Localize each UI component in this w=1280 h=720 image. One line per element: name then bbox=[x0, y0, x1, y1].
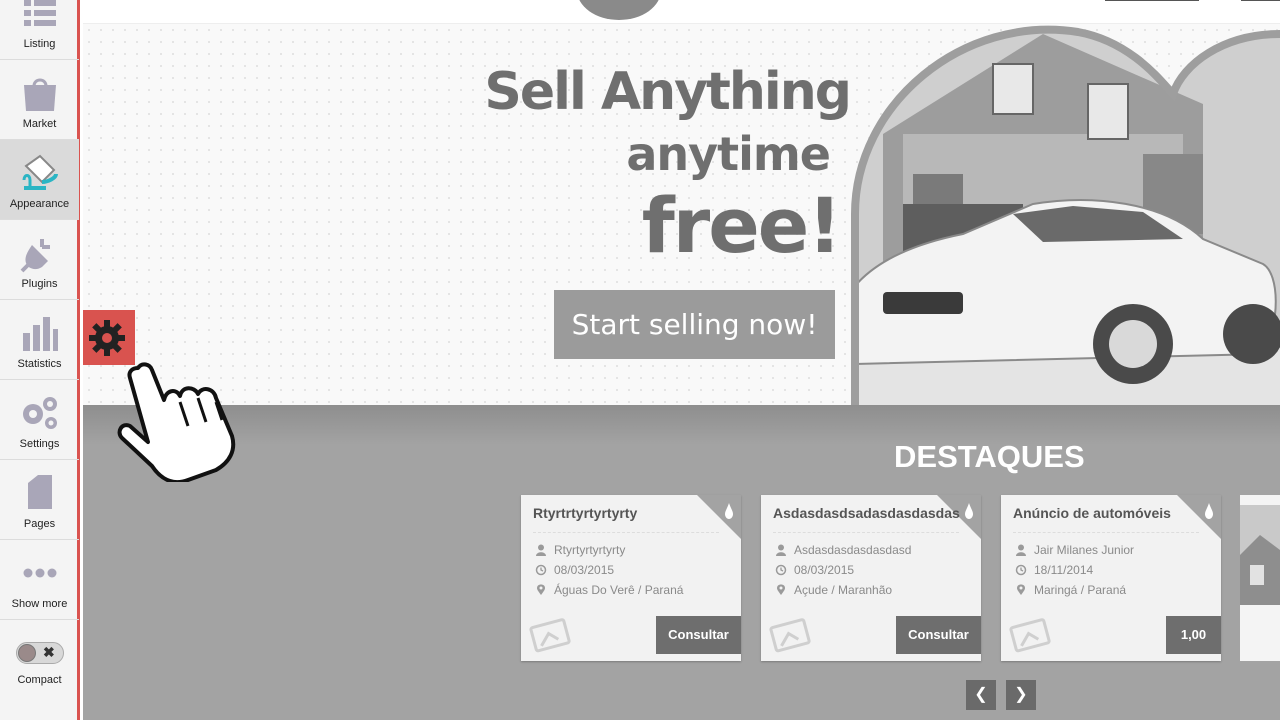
divider bbox=[533, 532, 719, 533]
sidebar-item-label: Settings bbox=[19, 438, 60, 450]
sidebar-item-label: Market bbox=[22, 118, 57, 130]
bar-chart-icon bbox=[23, 317, 58, 351]
price-tag[interactable]: 1,00 bbox=[1166, 616, 1221, 654]
paint-bucket-icon bbox=[22, 154, 58, 190]
hero-headline-line1: Sell Anything bbox=[484, 62, 852, 122]
featured-listings-section: DESTAQUES Rtyrtrtyrtyrtyrty Rtyrtyrtyrty… bbox=[83, 405, 1280, 720]
sidebar-item-market[interactable]: Market bbox=[0, 60, 79, 140]
listing-location-text: Maringá / Paraná bbox=[1034, 583, 1127, 597]
listing-card[interactable]: Rtyrtrtyrtyrtyrty Rtyrtyrtyrtyrty 08/03/… bbox=[521, 495, 741, 661]
listing-date-text: 08/03/2015 bbox=[554, 563, 615, 577]
consult-button[interactable]: Consultar bbox=[656, 616, 741, 654]
listing-card[interactable] bbox=[1240, 495, 1280, 661]
listing-title[interactable]: Asdasdasdsadasdasdasdas bbox=[773, 505, 963, 521]
history-icon bbox=[535, 564, 547, 576]
sidebar-item-label: Appearance bbox=[9, 198, 70, 210]
listing-author-text: Rtyrtyrtyrtyrty bbox=[554, 543, 626, 557]
compact-toggle[interactable]: ✖ bbox=[16, 642, 64, 664]
no-image-placeholder-icon bbox=[769, 618, 811, 653]
hero-headline-line3: free! bbox=[641, 181, 842, 270]
sidebar-item-label: Show more bbox=[11, 598, 68, 610]
plug-icon bbox=[20, 239, 50, 273]
compact-label: Compact bbox=[17, 674, 62, 686]
top-divider bbox=[1105, 0, 1199, 1]
hero-house-car-image bbox=[851, 25, 1280, 405]
sidebar-item-show-more[interactable]: Show more bbox=[0, 540, 79, 620]
listing-card[interactable]: Anúncio de automóveis Jair Milanes Junio… bbox=[1001, 495, 1221, 661]
listing-author-text: Asdasdasdasdasdasd bbox=[794, 543, 912, 557]
toggle-knob bbox=[18, 644, 36, 662]
listing-photo bbox=[1240, 495, 1280, 661]
listing-title[interactable]: Anúncio de automóveis bbox=[1013, 505, 1203, 521]
pointer-hand-icon bbox=[117, 362, 236, 482]
listing-card[interactable]: Asdasdasdsadasdasdasdas Asdasdasdasdasda… bbox=[761, 495, 981, 661]
sidebar-item-appearance[interactable]: Appearance bbox=[0, 140, 79, 220]
shopping-bag-icon bbox=[24, 78, 56, 111]
top-divider bbox=[1241, 0, 1280, 1]
sidebar-item-plugins[interactable]: Plugins bbox=[0, 220, 79, 300]
user-icon bbox=[536, 544, 546, 556]
close-icon: ✖ bbox=[43, 644, 55, 660]
map-pin-icon bbox=[1017, 584, 1025, 595]
admin-sidebar: Listing Market Appearance Plugins Statis… bbox=[0, 0, 80, 720]
sidebar-item-label: Pages bbox=[23, 518, 56, 530]
site-logo[interactable] bbox=[577, 0, 661, 20]
user-icon bbox=[776, 544, 786, 556]
sidebar-item-settings[interactable]: Settings bbox=[0, 380, 79, 460]
top-strip bbox=[83, 0, 1280, 24]
hero-shadow bbox=[83, 405, 1280, 445]
listing-location-text: Águas Do Verê / Paraná bbox=[554, 583, 684, 597]
map-pin-icon bbox=[777, 584, 785, 595]
carousel-next-button[interactable]: ❯ bbox=[1006, 680, 1036, 710]
dots-icon bbox=[23, 568, 57, 578]
sidebar-item-listing[interactable]: Listing bbox=[0, 0, 79, 60]
user-icon bbox=[1016, 544, 1026, 556]
start-selling-button[interactable]: Start selling now! bbox=[554, 290, 835, 359]
consult-button[interactable]: Consultar bbox=[896, 616, 981, 654]
listing-title[interactable]: Rtyrtrtyrtyrtyrty bbox=[533, 505, 723, 521]
page-icon bbox=[28, 475, 52, 509]
sidebar-item-pages[interactable]: Pages bbox=[0, 460, 79, 540]
no-image-placeholder-icon bbox=[529, 618, 571, 653]
sidebar-item-label: Listing bbox=[23, 38, 56, 50]
map-pin-icon bbox=[537, 584, 545, 595]
divider bbox=[773, 532, 959, 533]
listing-author-text: Jair Milanes Junior bbox=[1034, 543, 1135, 557]
sidebar-item-label: Plugins bbox=[21, 278, 58, 290]
gears-icon bbox=[23, 397, 57, 429]
sidebar-item-label: Statistics bbox=[17, 358, 62, 370]
listing-date-text: 18/11/2014 bbox=[1034, 563, 1094, 577]
list-icon bbox=[24, 0, 56, 26]
history-icon bbox=[1015, 564, 1027, 576]
history-icon bbox=[775, 564, 787, 576]
listing-location-text: Açude / Maranhão bbox=[794, 583, 893, 597]
hero-banner: Sell Anything anytime free! Start sellin… bbox=[83, 24, 1280, 405]
sidebar-item-statistics[interactable]: Statistics bbox=[0, 300, 79, 380]
listing-date-text: 08/03/2015 bbox=[794, 563, 855, 577]
featured-title: DESTAQUES bbox=[894, 439, 1085, 474]
no-image-placeholder-icon bbox=[1009, 618, 1051, 653]
carousel-prev-button[interactable]: ❮ bbox=[966, 680, 996, 710]
hero-headline-line2: anytime bbox=[626, 127, 831, 181]
divider bbox=[1013, 532, 1199, 533]
